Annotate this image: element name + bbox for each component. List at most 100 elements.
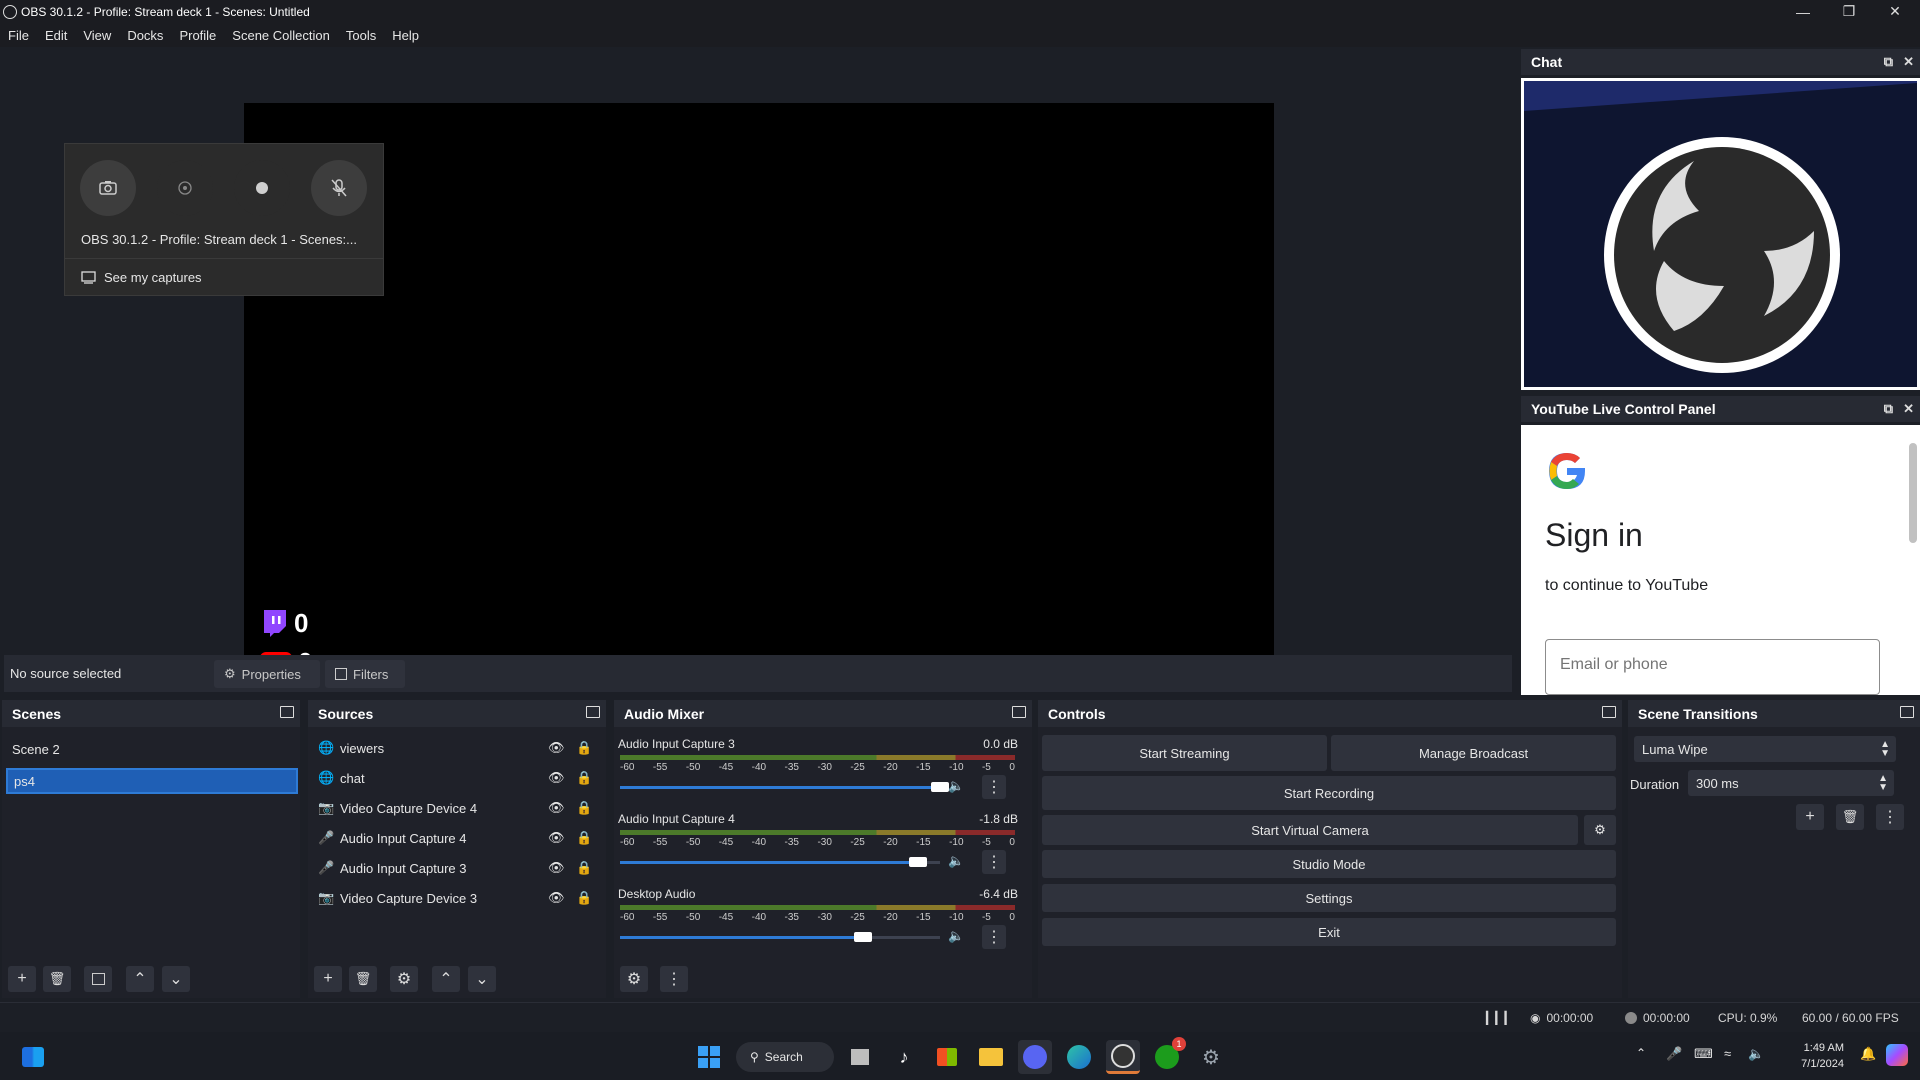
youtube-browser[interactable]: Sign in to continue to YouTube: [1521, 425, 1920, 695]
source-item[interactable]: 📷 Video Capture Device 3 👁 🔒: [308, 885, 606, 911]
eye-icon[interactable]: 👁: [548, 860, 565, 876]
speaker-icon[interactable]: 🔈: [948, 928, 964, 944]
scene-item[interactable]: Scene 2: [2, 736, 300, 762]
scene-filters-button[interactable]: [84, 966, 112, 992]
start-streaming-button[interactable]: Start Streaming: [1042, 735, 1327, 771]
source-item[interactable]: 📷 Video Capture Device 4 👁 🔒: [308, 795, 606, 821]
undock-icon[interactable]: [1602, 706, 1616, 718]
move-source-down-button[interactable]: ⌄: [468, 966, 496, 992]
store-app[interactable]: [930, 1040, 964, 1074]
mixer-menu-button[interactable]: ⋮: [660, 966, 688, 992]
email-field[interactable]: [1545, 639, 1880, 695]
close-icon[interactable]: ✕: [1903, 54, 1914, 70]
remove-scene-button[interactable]: 🗑: [43, 966, 71, 992]
undock-icon[interactable]: ⧉: [1884, 401, 1893, 417]
volume-knob[interactable]: [908, 857, 927, 867]
screenshot-button[interactable]: [80, 160, 136, 216]
properties-button[interactable]: ⚙ Properties: [214, 660, 320, 688]
settings-app[interactable]: ⚙: [1194, 1040, 1228, 1074]
eye-icon[interactable]: 👁: [548, 830, 565, 846]
eye-icon[interactable]: 👁: [548, 740, 565, 756]
lock-icon[interactable]: 🔒: [576, 770, 592, 786]
undock-icon[interactable]: [586, 706, 600, 718]
source-item[interactable]: 🌐 viewers 👁 🔒: [308, 735, 606, 761]
scene-item-selected[interactable]: ps4: [6, 768, 298, 794]
source-item[interactable]: 🌐 chat 👁 🔒: [308, 765, 606, 791]
menu-profile[interactable]: Profile: [171, 28, 224, 43]
lock-icon[interactable]: 🔒: [576, 890, 592, 906]
transition-menu-button[interactable]: ⋮: [1876, 804, 1904, 830]
volume-knob[interactable]: [854, 932, 873, 942]
xbox-app[interactable]: 1: [1150, 1037, 1186, 1074]
eye-icon[interactable]: 👁: [548, 800, 565, 816]
eye-icon[interactable]: 👁: [548, 890, 565, 906]
minimize-button[interactable]: —: [1780, 0, 1826, 23]
menu-tools[interactable]: Tools: [338, 28, 384, 43]
lock-icon[interactable]: 🔒: [576, 830, 592, 846]
email-input[interactable]: [1560, 656, 1860, 674]
menu-edit[interactable]: Edit: [37, 28, 75, 43]
filters-button[interactable]: Filters: [325, 660, 405, 688]
task-view-button[interactable]: [843, 1040, 877, 1074]
advanced-audio-button[interactable]: ⚙: [620, 966, 648, 992]
widgets-button[interactable]: [16, 1040, 50, 1074]
remove-transition-button[interactable]: 🗑: [1836, 804, 1864, 830]
move-scene-up-button[interactable]: ⌃: [126, 966, 154, 992]
channel-menu-button[interactable]: ⋮: [982, 925, 1006, 949]
studio-mode-button[interactable]: Studio Mode: [1042, 850, 1616, 878]
chevron-up-icon[interactable]: ⌃: [1636, 1046, 1646, 1060]
lock-icon[interactable]: 🔒: [576, 860, 592, 876]
clock[interactable]: 1:49 AM 7/1/2024: [1784, 1040, 1844, 1072]
menu-file[interactable]: File: [0, 28, 37, 43]
add-source-button[interactable]: +: [314, 966, 342, 992]
channel-menu-button[interactable]: ⋮: [982, 850, 1006, 874]
source-properties-button[interactable]: ⚙: [390, 966, 418, 992]
move-scene-down-button[interactable]: ⌄: [162, 966, 190, 992]
undock-icon[interactable]: [1900, 706, 1914, 718]
volume-knob[interactable]: [931, 782, 949, 792]
keyboard-icon[interactable]: ⌨: [1694, 1046, 1713, 1062]
undock-icon[interactable]: ⧉: [1884, 54, 1893, 70]
menu-scene-collection[interactable]: Scene Collection: [224, 28, 338, 43]
bell-icon[interactable]: 🔔: [1860, 1046, 1876, 1062]
move-source-up-button[interactable]: ⌃: [432, 966, 460, 992]
close-icon[interactable]: ✕: [1903, 401, 1914, 417]
add-scene-button[interactable]: +: [8, 966, 36, 992]
tiktok-app[interactable]: ♪: [887, 1040, 921, 1074]
preview-canvas[interactable]: 0 0: [244, 103, 1274, 683]
exit-button[interactable]: Exit: [1042, 918, 1616, 946]
source-item[interactable]: 🎤 Audio Input Capture 3 👁 🔒: [308, 855, 606, 881]
chat-browser[interactable]: [1521, 78, 1920, 390]
start-virtual-camera-button[interactable]: Start Virtual Camera: [1042, 815, 1578, 845]
volume-slider[interactable]: [620, 932, 940, 942]
undock-icon[interactable]: [280, 706, 294, 718]
menu-view[interactable]: View: [75, 28, 119, 43]
discord-app[interactable]: [1018, 1040, 1052, 1074]
restore-button[interactable]: ❐: [1826, 0, 1872, 23]
transition-select[interactable]: Luma Wipe ▲ ▼: [1634, 736, 1896, 762]
menu-help[interactable]: Help: [384, 28, 427, 43]
replay-button[interactable]: [157, 160, 213, 216]
see-captures-link[interactable]: See my captures: [81, 270, 202, 285]
duration-spinbox[interactable]: 300 ms ▲ ▼: [1688, 770, 1894, 796]
obs-app[interactable]: [1106, 1040, 1140, 1074]
source-item[interactable]: 🎤 Audio Input Capture 4 👁 🔒: [308, 825, 606, 851]
scrollbar[interactable]: [1908, 429, 1918, 691]
taskbar-search[interactable]: ⚲ Search: [736, 1042, 834, 1072]
start-button[interactable]: [692, 1040, 726, 1074]
volume-slider[interactable]: [620, 857, 940, 867]
lock-icon[interactable]: 🔒: [576, 740, 592, 756]
volume-icon[interactable]: 🔈: [1748, 1046, 1764, 1062]
volume-slider[interactable]: [620, 782, 949, 792]
add-transition-button[interactable]: +: [1796, 804, 1824, 830]
undock-icon[interactable]: [1012, 706, 1026, 718]
speaker-icon[interactable]: 🔈: [948, 853, 964, 869]
virtual-camera-settings-button[interactable]: ⚙: [1584, 815, 1616, 845]
menu-docks[interactable]: Docks: [119, 28, 171, 43]
microphone-icon[interactable]: 🎤: [1666, 1046, 1682, 1062]
remove-source-button[interactable]: 🗑: [349, 966, 377, 992]
mic-mute-button[interactable]: [311, 160, 367, 216]
speaker-icon[interactable]: 🔈: [948, 778, 964, 794]
start-recording-button[interactable]: Start Recording: [1042, 776, 1616, 810]
eye-icon[interactable]: 👁: [548, 770, 565, 786]
